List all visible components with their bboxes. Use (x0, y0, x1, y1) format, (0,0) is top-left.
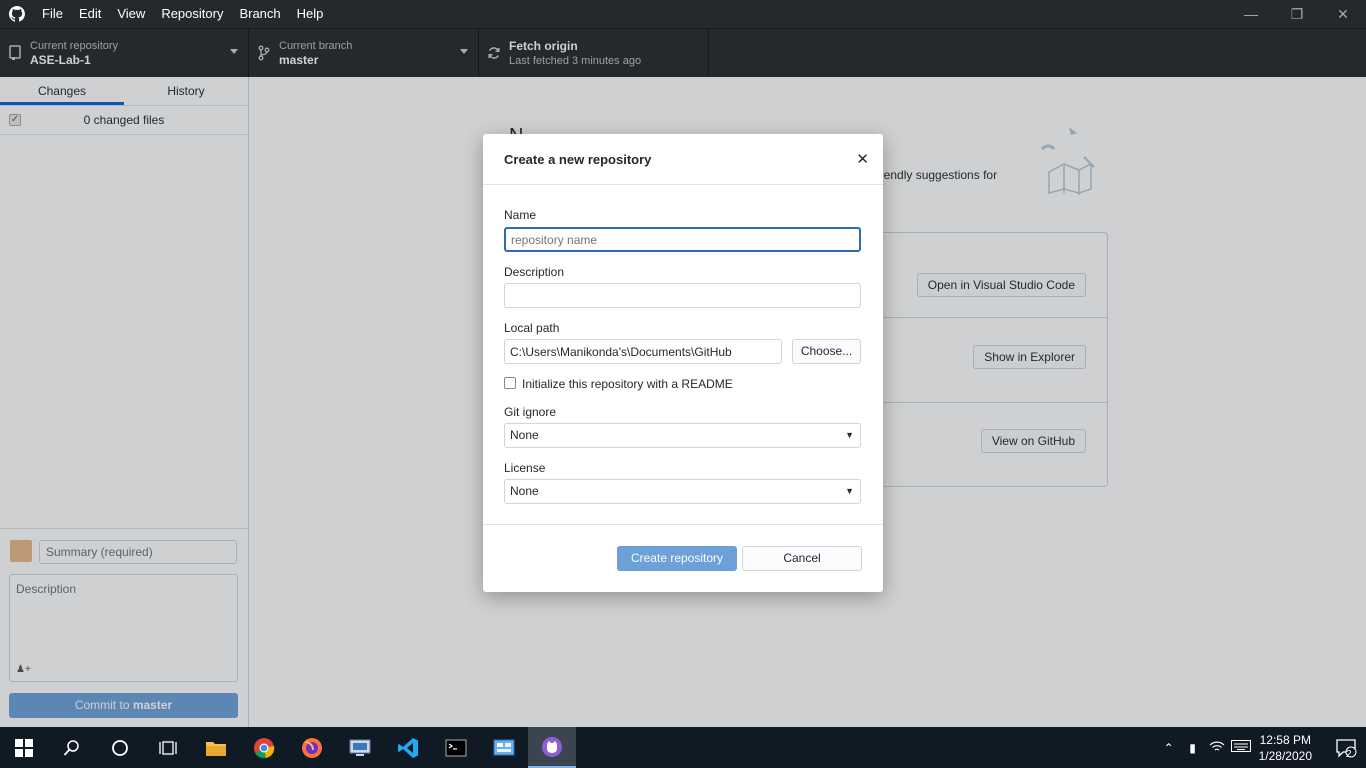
close-window-button[interactable]: ✕ (1320, 0, 1366, 28)
github-logo-icon (0, 0, 34, 28)
readme-label: Initialize this repository with a README (522, 377, 733, 391)
notification-center-icon[interactable]: 2 (1326, 738, 1366, 760)
dropdown-arrow-icon: ▼ (845, 430, 854, 440)
menu-repository[interactable]: Repository (153, 0, 231, 28)
clock-time: 12:58 PM (1259, 732, 1311, 747)
dialog-title: Create a new repository (504, 152, 652, 167)
gitignore-label: Git ignore (504, 405, 557, 419)
create-repository-button[interactable]: Create repository (617, 546, 737, 571)
close-icon[interactable]: ✕ (856, 150, 869, 168)
description-label: Description (504, 265, 565, 279)
control-panel-icon[interactable] (480, 727, 528, 768)
terminal-icon[interactable] (432, 727, 480, 768)
menu-branch[interactable]: Branch (231, 0, 288, 28)
vscode-icon[interactable] (384, 727, 432, 768)
notification-count: 2 (1346, 748, 1352, 760)
system-tray: ⌃ ▮ 12:58 PM 1/28/2020 2 (1157, 727, 1366, 768)
gitignore-value: None (510, 428, 539, 442)
menu-help[interactable]: Help (289, 0, 332, 28)
cortana-icon[interactable] (96, 727, 144, 768)
local-path-label: Local path (504, 321, 560, 335)
battery-icon[interactable]: ▮ (1181, 741, 1205, 755)
keyboard-icon[interactable] (1229, 740, 1253, 755)
dialog-footer: Create repository Cancel (483, 524, 883, 592)
file-explorer-icon[interactable] (192, 727, 240, 768)
readme-checkbox[interactable] (504, 377, 516, 389)
clock-date: 1/28/2020 (1258, 748, 1312, 763)
choose-path-button[interactable]: Choose... (792, 339, 861, 364)
minimize-button[interactable]: — (1228, 0, 1274, 28)
task-view-icon[interactable] (144, 727, 192, 768)
license-label: License (504, 461, 546, 475)
remote-desktop-icon[interactable] (336, 727, 384, 768)
description-input[interactable] (504, 283, 861, 308)
menu-edit[interactable]: Edit (71, 0, 109, 28)
search-icon[interactable] (48, 727, 96, 768)
local-path-input[interactable] (504, 339, 782, 364)
taskbar: ⌃ ▮ 12:58 PM 1/28/2020 2 (0, 727, 1366, 768)
license-select[interactable]: None ▼ (504, 479, 861, 504)
windows-start-icon[interactable] (0, 727, 48, 768)
menu-bar: File Edit View Repository Branch Help (34, 0, 331, 28)
github-desktop-icon[interactable] (528, 727, 576, 768)
title-bar: File Edit View Repository Branch Help — … (0, 0, 1366, 28)
clock[interactable]: 12:58 PM 1/28/2020 (1259, 732, 1312, 764)
chevron-up-icon[interactable]: ⌃ (1157, 741, 1181, 755)
firefox-icon[interactable] (288, 727, 336, 768)
repository-name-input[interactable] (504, 227, 861, 252)
dropdown-arrow-icon: ▼ (845, 486, 854, 496)
wifi-icon[interactable] (1205, 739, 1229, 756)
license-value: None (510, 484, 539, 498)
menu-file[interactable]: File (34, 0, 71, 28)
name-label: Name (504, 208, 537, 222)
cancel-button[interactable]: Cancel (742, 546, 862, 571)
gitignore-select[interactable]: None ▼ (504, 423, 861, 448)
menu-view[interactable]: View (109, 0, 153, 28)
restore-button[interactable]: ❐ (1274, 0, 1320, 28)
create-repository-dialog: Create a new repository ✕ Name Descripti… (483, 134, 883, 592)
chrome-icon[interactable] (240, 727, 288, 768)
